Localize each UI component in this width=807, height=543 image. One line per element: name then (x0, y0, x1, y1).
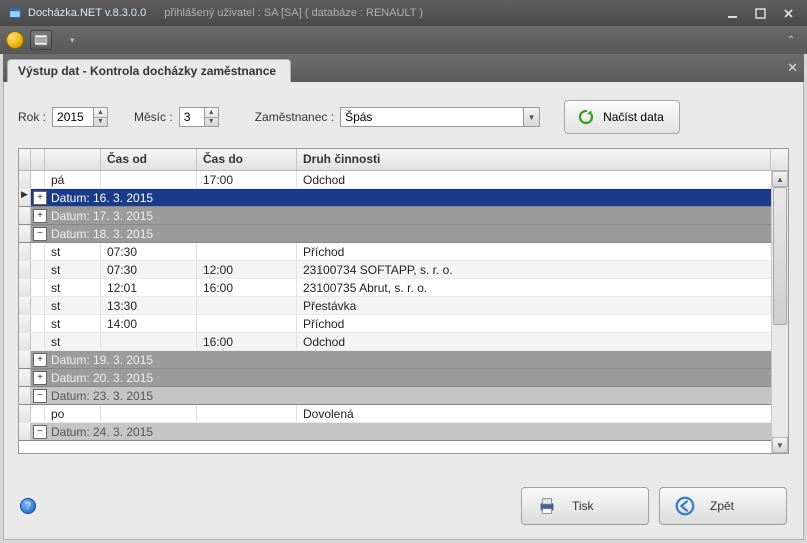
attendance-grid: Čas od Čas do Druh činnosti pá 17:00 Odc… (18, 148, 789, 454)
year-label: Rok : (18, 110, 46, 124)
vertical-scrollbar[interactable]: ▲ ▼ (771, 171, 788, 453)
grid-header: Čas od Čas do Druh činnosti (19, 149, 788, 171)
expand-icon[interactable]: + (33, 353, 47, 367)
user-info: přihlášený uživatel : SA [SA] ( databáze… (164, 7, 423, 19)
ribbon-collapse-icon[interactable]: ⌃ (781, 33, 801, 48)
data-row[interactable]: st 14:00 Příchod (19, 315, 788, 333)
app-title: Docházka.NET v.8.3.0.0 (28, 7, 146, 19)
tab-output[interactable]: Výstup dat - Kontrola docházky zaměstnan… (7, 59, 291, 82)
header-time-to[interactable]: Čas do (197, 149, 297, 170)
filter-row: Rok : ▲▼ Měsíc : ▲▼ Zaměstnanec : ▼ (18, 100, 789, 134)
group-row[interactable]: − Datum: 24. 3. 2015 (19, 423, 788, 441)
data-row[interactable]: pá 17:00 Odchod (19, 171, 788, 189)
header-activity-type[interactable]: Druh činnosti (297, 149, 771, 170)
refresh-icon (577, 108, 595, 126)
month-input[interactable] (179, 107, 205, 127)
month-spinner[interactable]: ▲▼ (205, 107, 219, 127)
load-data-label: Načíst data (603, 110, 664, 124)
employee-input[interactable] (340, 107, 524, 127)
data-row[interactable]: st 12:01 16:00 23100735 Abrut, s. r. o. (19, 279, 788, 297)
print-label: Tisk (572, 499, 594, 513)
data-row[interactable]: st 07:30 Příchod (19, 243, 788, 261)
collapse-icon[interactable]: − (33, 425, 47, 439)
document-tab-bar: Výstup dat - Kontrola docházky zaměstnan… (3, 54, 804, 82)
employee-dropdown-icon[interactable]: ▼ (524, 107, 540, 127)
group-row[interactable]: + Datum: 20. 3. 2015 (19, 369, 788, 387)
orb-button[interactable] (6, 31, 24, 49)
expand-icon[interactable]: + (33, 371, 47, 385)
data-row[interactable]: st 16:00 Odchod (19, 333, 788, 351)
data-row[interactable]: st 07:30 12:00 23100734 SOFTAPP, s. r. o… (19, 261, 788, 279)
load-data-button[interactable]: Načíst data (564, 100, 680, 134)
scroll-thumb[interactable] (773, 187, 787, 325)
quick-access-toolbar: ▾ ⌃ (0, 26, 807, 54)
qat-button-1[interactable] (30, 30, 52, 50)
maximize-button[interactable] (749, 5, 771, 21)
expand-icon[interactable]: + (33, 191, 47, 205)
collapse-icon[interactable]: − (33, 389, 47, 403)
qat-dropdown-icon[interactable]: ▾ (70, 35, 75, 46)
group-row-selected[interactable]: + Datum: 16. 3. 2015 (19, 189, 788, 207)
data-row[interactable]: st 13:30 Přestávka (19, 297, 788, 315)
back-icon (674, 495, 696, 517)
group-row[interactable]: + Datum: 19. 3. 2015 (19, 351, 788, 369)
back-button[interactable]: Zpět (659, 487, 787, 525)
printer-icon (536, 495, 558, 517)
tab-title: Výstup dat - Kontrola docházky zaměstnan… (18, 64, 276, 78)
year-input[interactable] (52, 107, 94, 127)
group-row[interactable]: − Datum: 18. 3. 2015 (19, 225, 788, 243)
back-label: Zpět (710, 499, 734, 513)
titlebar: Docházka.NET v.8.3.0.0 přihlášený uživat… (0, 0, 807, 26)
employee-label: Zaměstnanec : (255, 110, 334, 124)
close-button[interactable] (777, 5, 799, 21)
scroll-up-icon[interactable]: ▲ (772, 171, 788, 187)
minimize-button[interactable] (721, 5, 743, 21)
scroll-down-icon[interactable]: ▼ (772, 437, 788, 453)
group-row[interactable]: − Datum: 23. 3. 2015 (19, 387, 788, 405)
header-time-from[interactable]: Čas od (101, 149, 197, 170)
expand-icon[interactable]: + (33, 209, 47, 223)
tab-close-button[interactable]: ✕ (787, 60, 798, 76)
help-button[interactable]: ? (20, 498, 36, 514)
group-row[interactable]: + Datum: 17. 3. 2015 (19, 207, 788, 225)
print-button[interactable]: Tisk (521, 487, 649, 525)
year-spinner[interactable]: ▲▼ (94, 107, 108, 127)
app-icon (8, 6, 22, 20)
collapse-icon[interactable]: − (33, 227, 47, 241)
month-label: Měsíc : (134, 110, 173, 124)
data-row[interactable]: po Dovolená (19, 405, 788, 423)
